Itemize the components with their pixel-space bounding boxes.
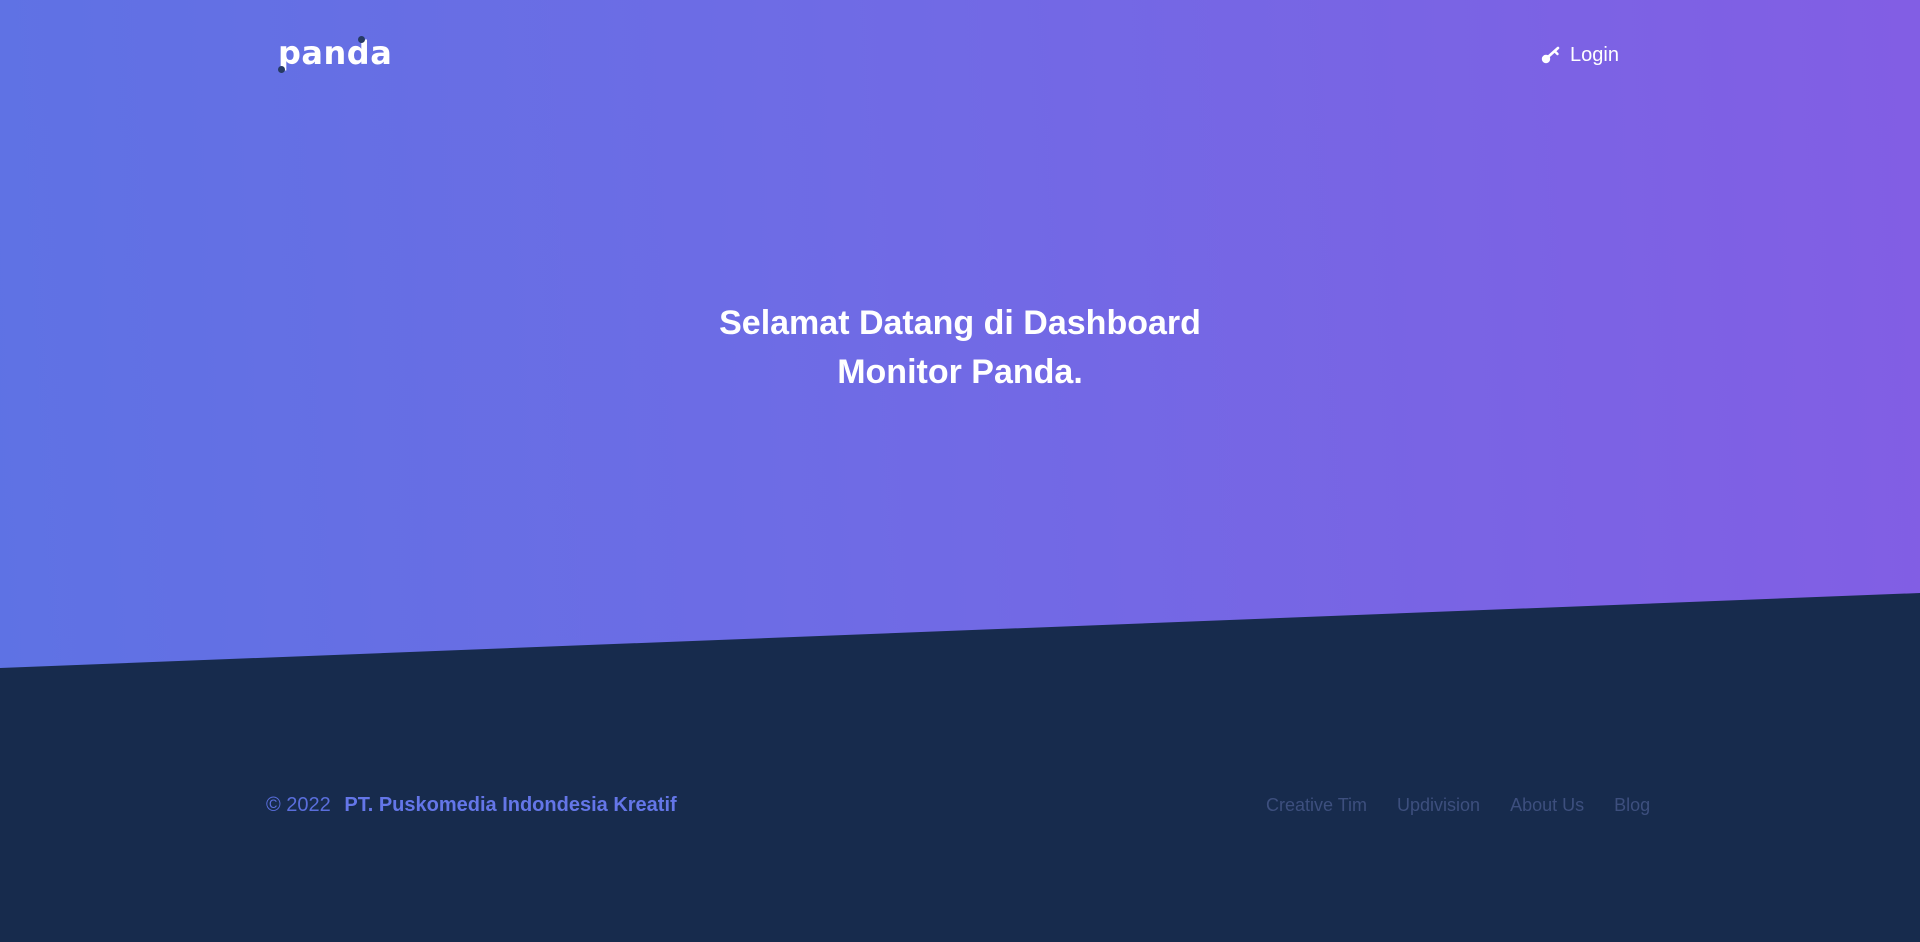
welcome-title-line-1: Selamat Datang di Dashboard [719,303,1201,342]
key-icon [1540,44,1562,66]
footer-link-creative-tim[interactable]: Creative Tim [1266,792,1367,818]
page: panda Login Selamat Datang di Dashboard … [0,0,1920,942]
footer-link-updivision[interactable]: Updivision [1397,792,1480,818]
welcome-title: Selamat Datang di Dashboard Monitor Pand… [560,299,1360,397]
brand-logo-text: panda [278,34,393,72]
navbar: panda Login [0,0,1920,110]
brand-logo[interactable]: panda [278,34,392,76]
footer-link-about-us[interactable]: About Us [1510,792,1584,818]
copyright: © 2022 PT. Puskomedia Indondesia Kreatif [266,792,677,818]
login-link[interactable]: Login [1540,40,1619,70]
footer-links: Creative Tim Updivision About Us Blog [1266,792,1650,818]
brand-logo-dot [278,66,285,73]
brand-logo-dot [358,36,365,43]
login-label: Login [1570,44,1619,66]
company-link[interactable]: PT. Puskomedia Indondesia Kreatif [344,794,676,816]
footer-link-blog[interactable]: Blog [1614,792,1650,818]
welcome-title-line-2: Monitor Panda. [837,352,1083,391]
copyright-year: © 2022 [266,794,331,816]
footer: © 2022 PT. Puskomedia Indondesia Kreatif… [0,780,1920,830]
